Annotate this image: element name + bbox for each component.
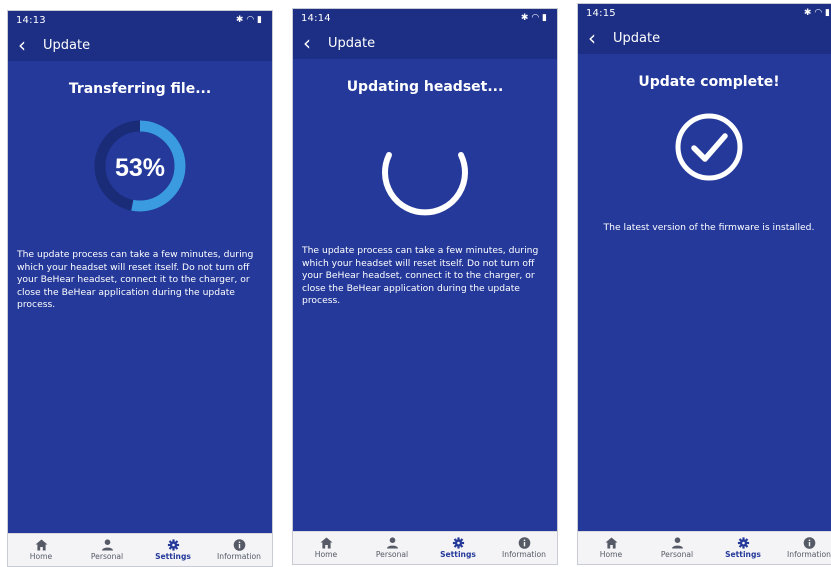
- nav-settings[interactable]: Settings: [140, 534, 206, 566]
- nav-settings-label: Settings: [155, 552, 191, 561]
- status-time: 14:14: [301, 13, 331, 24]
- back-chevron-icon[interactable]: ‹: [588, 27, 596, 49]
- nav-home[interactable]: Home: [293, 532, 359, 564]
- back-chevron-icon[interactable]: ‹: [18, 34, 26, 56]
- progress-percent-label: 53%: [115, 154, 165, 182]
- app-bar: ‹ Update: [293, 29, 557, 59]
- nav-home-label: Home: [29, 552, 53, 561]
- updating-heading: Updating headset...: [346, 79, 504, 95]
- status-bar: 14:14 ✱ ◠ ▮: [293, 9, 557, 29]
- system-status-icons: ✱ ◠ ▮: [235, 15, 262, 25]
- nav-settings-label: Settings: [440, 550, 476, 559]
- update-warning-text: The update process can take a few minute…: [302, 245, 539, 307]
- home-icon: [320, 537, 332, 549]
- screen-complete: 14:15 ✱ ◠ ▮ ‹ Update Update complete! Th…: [577, 3, 831, 565]
- status-time: 14:15: [586, 8, 616, 19]
- nav-home[interactable]: Home: [8, 534, 74, 566]
- bottom-nav: Home Personal Settings Information: [293, 531, 557, 564]
- nav-information[interactable]: Information: [776, 532, 831, 564]
- nav-personal[interactable]: Personal: [644, 532, 710, 564]
- back-chevron-icon[interactable]: ‹: [303, 32, 311, 54]
- page-title: Update: [328, 36, 376, 51]
- nav-home[interactable]: Home: [578, 532, 644, 564]
- app-bar: ‹ Update: [578, 24, 831, 54]
- nav-home-label: Home: [314, 550, 338, 559]
- info-icon: [233, 539, 245, 551]
- gear-icon: [737, 537, 749, 549]
- info-icon: [518, 537, 530, 549]
- nav-settings-label: Settings: [725, 550, 761, 559]
- person-icon: [386, 537, 398, 549]
- person-icon: [101, 539, 113, 551]
- system-status-icons: ✱ ◠ ▮: [520, 13, 547, 23]
- transfer-heading: Transferring file...: [68, 81, 212, 97]
- nav-personal-label: Personal: [375, 550, 409, 559]
- bottom-nav: Home Personal Settings Information: [578, 531, 831, 564]
- home-icon: [605, 537, 617, 549]
- system-status-icons: ✱ ◠ ▮: [803, 8, 830, 18]
- update-warning-text: The update process can take a few minute…: [17, 249, 254, 311]
- checkmark-circle-icon: [675, 113, 743, 181]
- nav-personal-label: Personal: [660, 550, 694, 559]
- person-icon: [671, 537, 683, 549]
- nav-information-label: Information: [217, 552, 261, 561]
- nav-settings[interactable]: Settings: [425, 532, 491, 564]
- firmware-installed-text: The latest version of the firmware is in…: [603, 222, 815, 233]
- progress-ring: 53%: [94, 120, 186, 212]
- screen-updating: 14:14 ✱ ◠ ▮ ‹ Update Updating headset...…: [292, 8, 558, 565]
- bottom-nav: Home Personal Settings Information: [8, 533, 272, 566]
- nav-information[interactable]: Information: [206, 534, 272, 566]
- gear-icon: [167, 539, 179, 551]
- status-bar: 14:15 ✱ ◠ ▮: [578, 4, 831, 24]
- nav-personal[interactable]: Personal: [359, 532, 425, 564]
- home-icon: [35, 539, 47, 551]
- loading-spinner-icon: [382, 152, 468, 216]
- screen-transferring: 14:13 ✱ ◠ ▮ ‹ Update Transferring file..…: [7, 10, 273, 567]
- nav-information-label: Information: [502, 550, 546, 559]
- nav-information-label: Information: [787, 550, 831, 559]
- nav-home-label: Home: [599, 550, 623, 559]
- info-icon: [803, 537, 815, 549]
- complete-heading: Update complete!: [638, 74, 780, 90]
- page-title: Update: [613, 31, 661, 46]
- nav-personal[interactable]: Personal: [74, 534, 140, 566]
- status-time: 14:13: [16, 15, 46, 26]
- nav-information[interactable]: Information: [491, 532, 557, 564]
- nav-personal-label: Personal: [90, 552, 124, 561]
- page-title: Update: [43, 38, 91, 53]
- status-bar: 14:13 ✱ ◠ ▮: [8, 11, 272, 31]
- app-bar: ‹ Update: [8, 31, 272, 61]
- gear-icon: [452, 537, 464, 549]
- nav-settings[interactable]: Settings: [710, 532, 776, 564]
